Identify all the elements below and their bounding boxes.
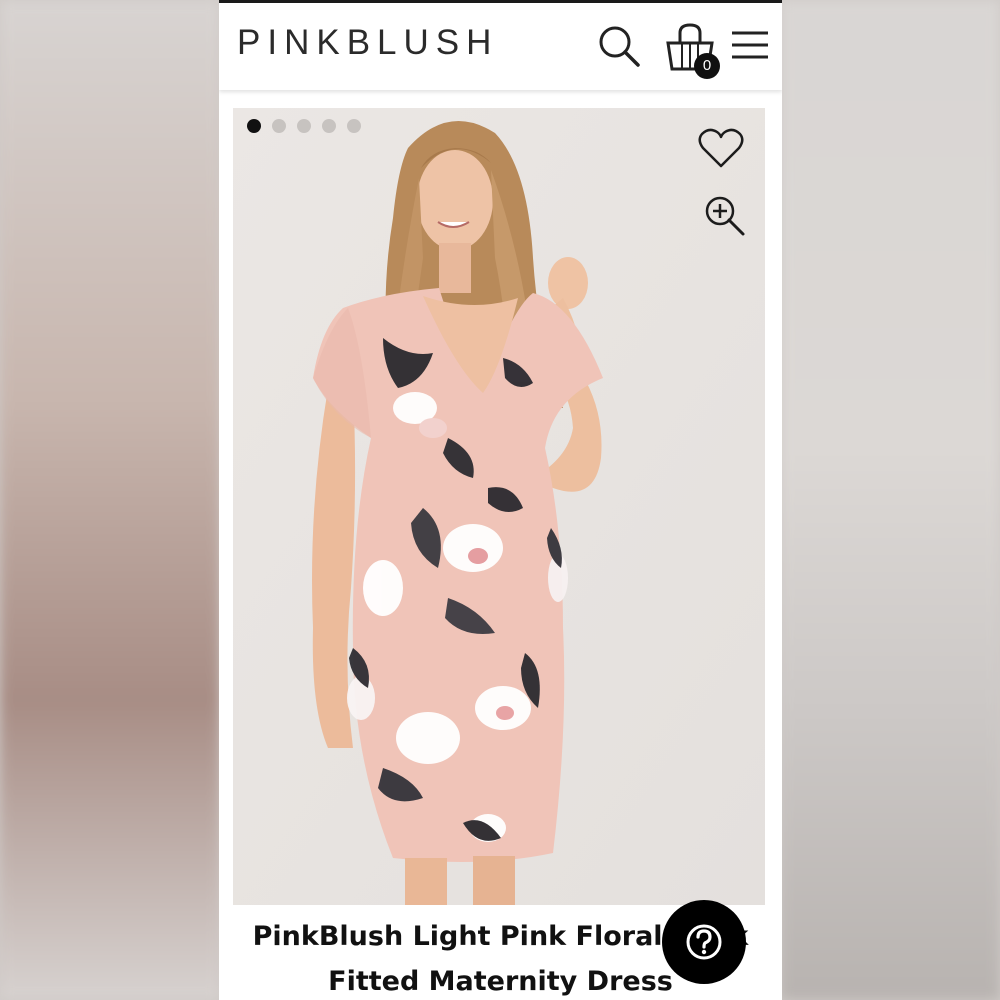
heart-icon[interactable] xyxy=(697,126,745,170)
slide-dot-2[interactable] xyxy=(272,119,286,133)
help-chat-button[interactable] xyxy=(662,900,746,984)
search-icon[interactable] xyxy=(596,23,642,69)
site-header: PINKBLUSH 0 xyxy=(219,0,782,90)
product-title-line1: PinkBlush Light Pink Floral V xyxy=(252,921,693,952)
slide-dot-5[interactable] xyxy=(347,119,361,133)
blurred-backdrop-right xyxy=(780,0,1000,1000)
zoom-in-icon[interactable] xyxy=(703,194,747,238)
product-image-gallery[interactable] xyxy=(233,108,765,905)
hamburger-menu-icon[interactable] xyxy=(729,27,771,63)
blurred-backdrop-left xyxy=(0,0,220,1000)
slide-dot-1[interactable] xyxy=(247,119,261,133)
mobile-page: PINKBLUSH 0 PinkBlush Light Pink Floral … xyxy=(219,0,782,1000)
slide-indicators xyxy=(247,119,361,133)
question-mark-icon xyxy=(686,924,722,960)
slide-dot-3[interactable] xyxy=(297,119,311,133)
product-photo xyxy=(233,108,765,905)
cart-count-badge[interactable]: 0 xyxy=(694,53,720,79)
slide-dot-4[interactable] xyxy=(322,119,336,133)
brand-logo[interactable]: PINKBLUSH xyxy=(237,23,498,63)
